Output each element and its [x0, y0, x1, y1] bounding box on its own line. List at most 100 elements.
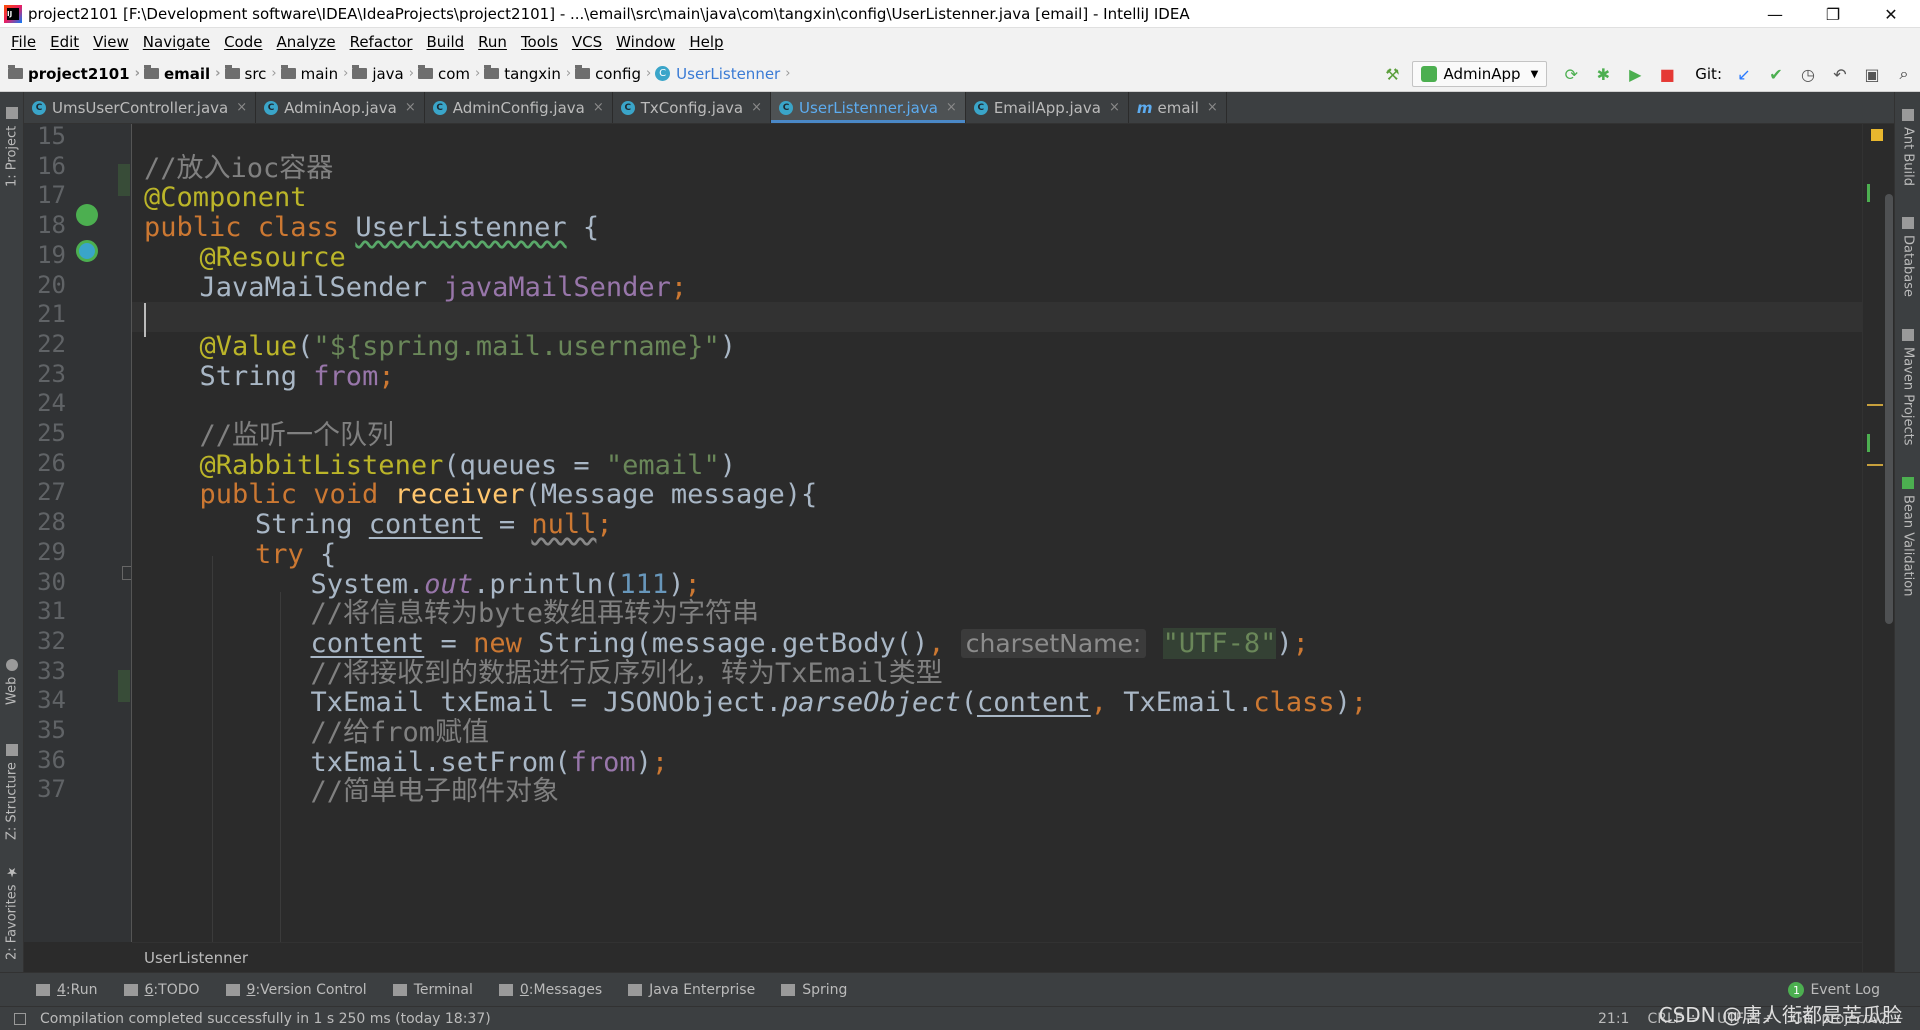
tool-spring[interactable]: Spring	[781, 982, 847, 998]
menu-file[interactable]: File	[4, 33, 43, 51]
breadcrumb-item[interactable]: C UserListenner ›	[655, 65, 790, 83]
breadcrumb-item[interactable]: src ›	[224, 65, 277, 83]
editor-tab[interactable]: m email ×	[1129, 92, 1227, 123]
restore-button[interactable]: ❐	[1804, 0, 1862, 28]
editor-tab[interactable]: C AdminAop.java ×	[256, 92, 425, 123]
line-number: 21	[37, 300, 66, 329]
maven-tool-button[interactable]: Maven Projects	[1895, 322, 1920, 452]
code-token: //给from赋值	[310, 717, 490, 748]
warning-marker[interactable]	[1867, 464, 1883, 466]
close-tab-icon[interactable]: ×	[236, 100, 247, 115]
coverage-icon[interactable]: ▶	[1622, 61, 1648, 87]
project-structure-icon[interactable]: ▣	[1859, 61, 1885, 87]
code-editor[interactable]: //放入ioc容器 @Component public class UserList…	[132, 124, 1862, 942]
web-tool-button[interactable]: Web	[0, 652, 24, 712]
git-commit-icon[interactable]: ✔	[1763, 61, 1789, 87]
git-revert-icon[interactable]: ↶	[1827, 61, 1853, 87]
menu-view[interactable]: View	[86, 33, 136, 51]
tool-version-control[interactable]: 9: Version Control	[225, 982, 367, 998]
git-history-icon[interactable]: ◷	[1795, 61, 1821, 87]
bean-validation-tool-button[interactable]: Bean Validation	[1895, 472, 1920, 602]
ant-build-label: Ant Build	[1900, 126, 1916, 186]
breadcrumb-item[interactable]: project2101 ›	[8, 65, 140, 83]
close-tab-icon[interactable]: ×	[946, 100, 957, 115]
tool-messages[interactable]: 0: Messages	[498, 982, 602, 998]
line-number: 37	[37, 775, 66, 804]
bean-validation-icon	[1902, 477, 1914, 490]
menu-code[interactable]: Code	[217, 33, 269, 51]
editor-tab[interactable]: C UmsUserController.java ×	[24, 92, 257, 123]
editor-tab[interactable]: C EmailApp.java ×	[966, 92, 1129, 123]
change-marker[interactable]	[1867, 184, 1870, 202]
breadcrumb-item[interactable]: email ›	[143, 65, 221, 83]
close-tab-icon[interactable]: ×	[405, 100, 416, 115]
search-icon[interactable]: ⌕	[1891, 61, 1917, 87]
fold-toggle-icon[interactable]	[122, 566, 131, 580]
line-number: 24	[37, 389, 66, 418]
chevron-right-icon: ›	[565, 66, 572, 81]
code-token: new	[473, 627, 539, 659]
menu-build[interactable]: Build	[420, 33, 472, 51]
tool-terminal[interactable]: Terminal	[392, 982, 473, 998]
editor-tab[interactable]: C UserListenner.java ×	[771, 92, 966, 123]
menu-run[interactable]: Run	[471, 33, 514, 51]
menu-window[interactable]: Window	[609, 33, 682, 51]
vcs-change-marker	[118, 164, 130, 196]
tool-icon	[123, 983, 138, 996]
error-stripe[interactable]	[1862, 124, 1894, 972]
minimize-button[interactable]: —	[1746, 0, 1804, 28]
code-token: "email"	[605, 449, 720, 481]
line-number: 25	[37, 419, 66, 447]
project-tool-label: 1: Project	[4, 125, 20, 187]
java-class-icon: C	[432, 100, 447, 115]
stop-icon[interactable]: ■	[1654, 61, 1680, 87]
folder-icon	[575, 65, 591, 79]
close-tab-icon[interactable]: ×	[751, 100, 762, 115]
tool-run[interactable]: 4: Run	[36, 982, 98, 998]
rerun-icon[interactable]: ⟳	[1558, 61, 1584, 87]
change-marker[interactable]	[1867, 434, 1870, 452]
tool-windows-toggle-icon[interactable]	[14, 1012, 26, 1025]
close-tab-icon[interactable]: ×	[1207, 100, 1218, 115]
breadcrumb-item[interactable]: tangxin ›	[484, 65, 571, 83]
close-tab-icon[interactable]: ×	[593, 100, 604, 115]
close-button[interactable]: ✕	[1862, 0, 1920, 28]
code-token: (Message message){	[524, 479, 818, 511]
warning-marker[interactable]	[1867, 404, 1883, 406]
editor-breadcrumb-label[interactable]: UserListenner	[144, 949, 248, 967]
ant-build-tool-button[interactable]: Ant Build	[1895, 102, 1920, 192]
code-token: "${spring.mail.username}"	[313, 330, 720, 362]
menu-vcs[interactable]: VCS	[565, 33, 609, 51]
class-icon: C	[655, 66, 671, 81]
spring-bean-icon[interactable]	[76, 204, 98, 226]
close-tab-icon[interactable]: ×	[1109, 100, 1120, 115]
spring-class-icon[interactable]	[76, 240, 98, 262]
tool-todo[interactable]: 6: TODO	[123, 982, 200, 998]
favorites-tool-button[interactable]: 2: Favorites ★	[0, 862, 24, 962]
warning-status-icon[interactable]	[1871, 129, 1883, 141]
git-update-icon[interactable]: ↙	[1731, 61, 1757, 87]
structure-tool-button[interactable]: Z: Structure	[0, 742, 24, 842]
tool-java-enterprise[interactable]: Java Enterprise	[628, 982, 755, 998]
menu-tools[interactable]: Tools	[514, 33, 565, 51]
caret-position[interactable]: 21:1	[1598, 1011, 1629, 1027]
database-tool-button[interactable]: Database	[1895, 212, 1920, 302]
debug-icon[interactable]: ✱	[1590, 61, 1616, 87]
breadcrumb-item[interactable]: com ›	[417, 65, 480, 83]
menu-edit[interactable]: Edit	[43, 33, 86, 51]
editor-tab[interactable]: C TxConfig.java ×	[613, 92, 772, 123]
breadcrumb-item[interactable]: config ›	[575, 65, 651, 83]
menu-navigate[interactable]: Navigate	[136, 33, 217, 51]
vertical-scrollbar-thumb[interactable]	[1885, 194, 1893, 624]
project-tool-button[interactable]: 1: Project	[0, 102, 24, 192]
menu-help[interactable]: Help	[682, 33, 730, 51]
editor-tab[interactable]: C AdminConfig.java ×	[425, 92, 613, 123]
build-hammer-icon[interactable]: ⚒	[1379, 61, 1405, 87]
menu-refactor[interactable]: Refactor	[343, 33, 420, 51]
breadcrumb-item[interactable]: main ›	[280, 65, 348, 83]
menu-analyze[interactable]: Analyze	[269, 33, 342, 51]
editor-breadcrumb[interactable]: UserListenner	[132, 942, 1862, 972]
run-configuration-select[interactable]: AdminApp ▼	[1412, 61, 1548, 87]
code-token: (queues =	[443, 449, 606, 481]
breadcrumb-item[interactable]: java ›	[352, 65, 414, 83]
